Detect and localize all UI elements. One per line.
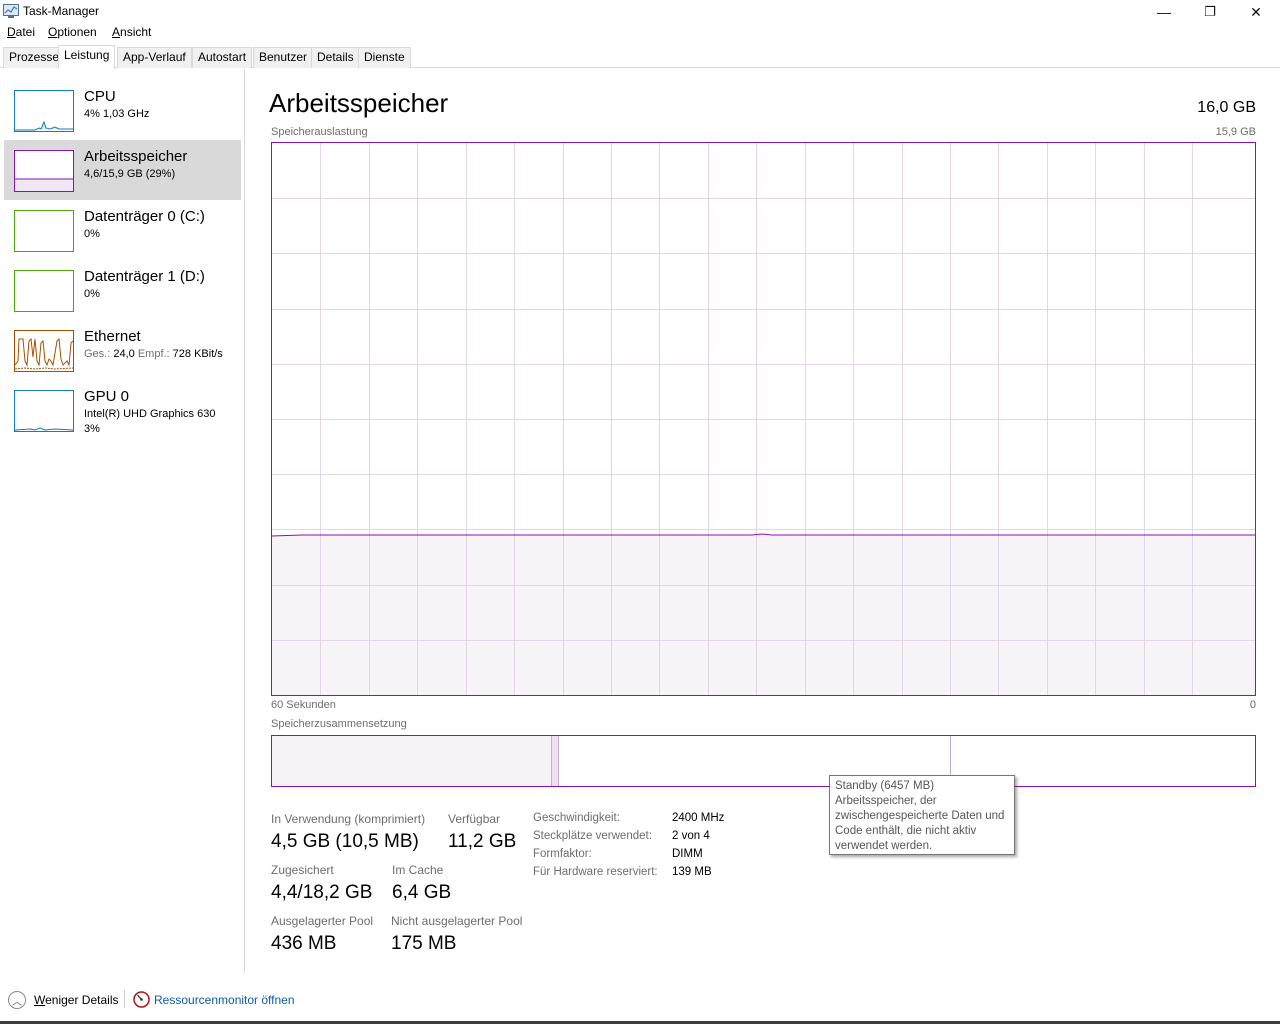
sidebar-item-disk-0[interactable]: Datenträger 0 (C:) 0%: [4, 200, 241, 260]
detail-key: Für Hardware reserviert:: [533, 866, 658, 878]
detail-key: Formfaktor:: [533, 848, 592, 860]
menu-datei[interactable]: Datei: [7, 25, 35, 39]
cached-value: 6,4 GB: [392, 882, 452, 903]
memory-composition-bar[interactable]: [271, 735, 1256, 787]
memory-usage-graph: [271, 142, 1256, 696]
disk-graph-icon: [14, 270, 74, 312]
menu-optionen[interactable]: Optionen: [48, 25, 97, 39]
graph-time-label: 60 Sekunden: [271, 699, 336, 711]
chevron-up-icon[interactable]: ︿: [8, 991, 26, 1009]
minimize-icon: —: [1157, 4, 1171, 20]
memory-graph-icon: [14, 150, 74, 192]
sidebar-item-label: CPU: [84, 88, 116, 105]
graph-label: Speicherauslastung: [271, 126, 368, 138]
page-title: Arbeitsspeicher: [269, 88, 449, 118]
sidebar-item-value: 0%: [84, 228, 100, 240]
sidebar-item-cpu[interactable]: CPU 4% 1,03 GHz: [4, 80, 241, 140]
sidebar-item-gpu-0[interactable]: GPU 0 Intel(R) UHD Graphics 630 3%: [4, 380, 241, 440]
composition-label: Speicherzusammensetzung: [271, 718, 407, 730]
detail-value: 139 MB: [672, 866, 712, 878]
open-resource-monitor-link[interactable]: Ressourcenmonitor öffnen: [154, 993, 295, 1007]
nonpaged-pool-value: 175 MB: [391, 933, 457, 954]
network-graph-icon: [14, 330, 74, 372]
memory-usage-chart: [272, 143, 1255, 695]
paged-pool-value: 436 MB: [271, 933, 337, 954]
sidebar-item-memory[interactable]: Arbeitsspeicher 4,6/15,9 GB (29%): [4, 140, 241, 200]
sidebar-item-value: 4,6/15,9 GB (29%): [84, 168, 176, 180]
tab-prozesse[interactable]: Prozesse: [3, 47, 66, 68]
available-value: 11,2 GB: [448, 831, 517, 852]
detail-value: 2 von 4: [672, 830, 710, 842]
restore-icon: ❐: [1204, 4, 1216, 19]
sidebar-item-value: Intel(R) UHD Graphics 630: [84, 408, 216, 420]
close-icon: ✕: [1250, 3, 1262, 20]
sidebar-item-disk-1[interactable]: Datenträger 1 (D:) 0%: [4, 260, 241, 320]
menu-bar: [0, 24, 1280, 44]
standby-tooltip: Standby (6457 MB) Arbeitsspeicher, der z…: [829, 775, 1015, 855]
menu-ansicht[interactable]: Ansicht: [112, 25, 151, 39]
graph-zero-label: 0: [1249, 699, 1256, 711]
in-use-value: 4,5 GB (10,5 MB): [271, 831, 419, 852]
tab-autostart[interactable]: Autostart: [192, 47, 253, 68]
composition-modified[interactable]: [552, 736, 559, 786]
window-title: Task-Manager: [23, 4, 100, 18]
sidebar-item-ethernet[interactable]: Ethernet Ges.: 24,0 Empf.: 728 KBit/s: [4, 320, 241, 380]
cached-label: Im Cache: [392, 863, 444, 877]
committed-value: 4,4/18,2 GB: [271, 882, 373, 903]
tab-app-verlauf[interactable]: App-Verlauf: [117, 47, 192, 68]
sidebar-item-value: 3%: [84, 423, 100, 435]
sidebar-item-value: Ges.: 24,0 Empf.: 728 KBit/s: [84, 348, 223, 360]
sidebar-item-label: GPU 0: [84, 388, 130, 405]
resource-monitor-icon[interactable]: [133, 991, 150, 1008]
committed-label: Zugesichert: [271, 863, 334, 877]
tab-dienste[interactable]: Dienste: [358, 47, 411, 68]
tooltip-text: Standby (6457 MB) Arbeitsspeicher, der z…: [835, 780, 1005, 852]
sidebar-item-label: Ethernet: [84, 328, 141, 345]
sidebar-item-label: Arbeitsspeicher: [84, 148, 188, 165]
restore-button[interactable]: ❐: [1187, 0, 1233, 24]
minimize-button[interactable]: —: [1141, 0, 1187, 24]
sidebar-item-label: Datenträger 1 (D:): [84, 268, 205, 285]
composition-in-use[interactable]: [272, 736, 552, 786]
cpu-graph-icon: [14, 90, 74, 132]
in-use-label: In Verwendung (komprimiert): [271, 812, 426, 826]
paged-pool-label: Ausgelagerter Pool: [271, 914, 374, 928]
task-manager-icon: [3, 4, 19, 18]
detail-key: Geschwindigkeit:: [533, 812, 620, 824]
disk-graph-icon: [14, 210, 74, 252]
available-label: Verfügbar: [448, 812, 501, 826]
fewer-details-button[interactable]: Weniger Details: [34, 993, 118, 1007]
close-button[interactable]: ✕: [1233, 0, 1279, 24]
sidebar-item-value: 0%: [84, 288, 100, 300]
graph-max-label: 15,9 GB: [1215, 126, 1256, 138]
footer-divider: [124, 990, 125, 1008]
nonpaged-pool-label: Nicht ausgelagerter Pool: [391, 914, 523, 928]
tab-details[interactable]: Details: [311, 47, 360, 68]
memory-usage-area: [272, 535, 1255, 695]
detail-value: 2400 MHz: [672, 812, 725, 824]
sidebar-item-label: Datenträger 0 (C:): [84, 208, 205, 225]
tab-benutzer[interactable]: Benutzer: [253, 47, 314, 68]
detail-value: DIMM: [672, 848, 703, 860]
detail-key: Steckplätze verwendet:: [533, 830, 652, 842]
title-bar[interactable]: [0, 0, 1280, 24]
gpu-graph-icon: [14, 390, 74, 432]
total-memory: 16,0 GB: [1197, 99, 1256, 116]
tab-leistung[interactable]: Leistung: [58, 45, 116, 69]
resource-sidebar: CPU 4% 1,03 GHz Arbeitsspeicher 4,6/15,9…: [0, 69, 245, 973]
sidebar-item-value: 4% 1,03 GHz: [84, 108, 150, 120]
